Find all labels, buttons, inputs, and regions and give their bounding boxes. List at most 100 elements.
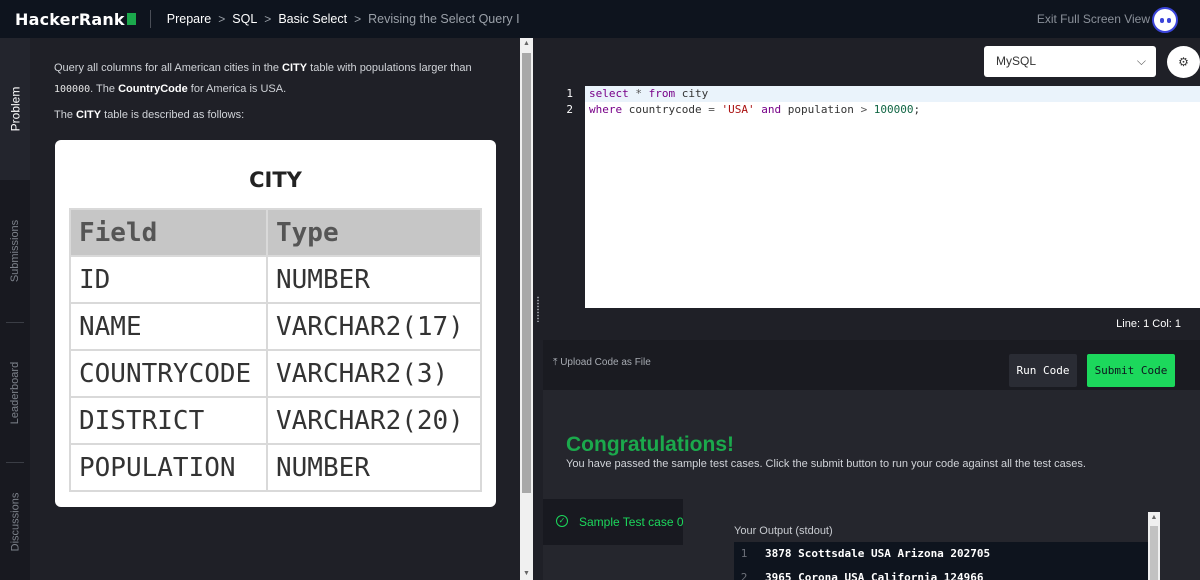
table-row: ID NUMBER bbox=[69, 255, 482, 304]
run-code-button[interactable]: Run Code bbox=[1009, 354, 1077, 387]
chevron-right-icon: > bbox=[354, 12, 362, 26]
scroll-up-icon[interactable]: ▲ bbox=[1148, 512, 1160, 524]
column-header: Type bbox=[266, 208, 482, 257]
upload-code-link[interactable]: ⤒ Upload Code as File bbox=[553, 357, 651, 368]
output-line-number: 1 bbox=[740, 547, 748, 560]
line-number: 1 bbox=[566, 87, 573, 100]
tab-discussions[interactable]: Discussions bbox=[0, 464, 30, 580]
split-resize-handle[interactable] bbox=[533, 38, 543, 580]
text: Query all columns for all American citie… bbox=[54, 62, 283, 74]
upload-label: Upload Code as File bbox=[560, 357, 651, 368]
text: for America is USA. bbox=[187, 83, 287, 95]
type-cell: NUMBER bbox=[266, 255, 482, 304]
output-line: 2 3965 Corona USA California 124966 bbox=[734, 566, 1149, 580]
type-cell: VARCHAR2(3) bbox=[266, 349, 482, 398]
type-cell: NUMBER bbox=[266, 443, 482, 492]
type-cell: VARCHAR2(20) bbox=[266, 396, 482, 445]
text: . The bbox=[90, 83, 119, 95]
sample-test-case-tab[interactable]: ✓ Sample Test case 0 bbox=[543, 499, 684, 545]
schema-title: CITY bbox=[249, 168, 302, 192]
tab-leaderboard[interactable]: Leaderboard bbox=[0, 322, 30, 464]
chevron-right-icon: > bbox=[218, 12, 226, 26]
punctuation: ; bbox=[913, 103, 921, 116]
result-message: You have passed the sample test cases. C… bbox=[566, 458, 1086, 470]
scroll-up-icon[interactable]: ▲ bbox=[520, 38, 533, 50]
operator: = bbox=[708, 103, 715, 116]
scrollbar-thumb[interactable] bbox=[1150, 526, 1158, 580]
code-line: select * from city bbox=[585, 86, 1200, 102]
problem-pane: Query all columns for all American citie… bbox=[30, 38, 520, 580]
schema-table: Field Type ID NUMBER NAME VARCHAR2(17) C… bbox=[69, 208, 482, 492]
output-label: Your Output (stdout) bbox=[734, 525, 833, 537]
avatar-eye bbox=[1166, 17, 1171, 23]
string-literal: 'USA' bbox=[714, 103, 762, 116]
header-divider bbox=[149, 10, 151, 28]
table-header-row: Field Type bbox=[69, 208, 482, 257]
editor-area: MySQL ⌵ ⚙ select * from city where count… bbox=[543, 38, 1200, 338]
table-name: CITY bbox=[76, 109, 102, 121]
breadcrumb-sql[interactable]: SQL bbox=[232, 12, 257, 26]
schema-image: CITY Field Type ID NUMBER NAME VARCHAR2(… bbox=[55, 140, 496, 507]
results-scrollbar[interactable]: ▲ bbox=[1148, 512, 1160, 580]
tab-submissions-label: Submissions bbox=[9, 219, 22, 283]
action-bar: ⤒ Upload Code as File Run Code Submit Co… bbox=[543, 340, 1200, 390]
top-bar: HackerRank Prepare > SQL > Basic Select … bbox=[0, 0, 1200, 38]
table-row: NAME VARCHAR2(17) bbox=[69, 302, 482, 351]
tab-discussions-label: Discussions bbox=[9, 492, 21, 552]
text: table with populations larger than bbox=[307, 62, 472, 74]
type-cell: VARCHAR2(17) bbox=[266, 302, 482, 351]
language-select[interactable]: MySQL ⌵ bbox=[984, 46, 1156, 77]
logo-mark bbox=[126, 13, 136, 25]
table-name: CITY bbox=[282, 62, 308, 74]
chevron-right-icon: > bbox=[264, 12, 272, 26]
breadcrumb-basic-select[interactable]: Basic Select bbox=[278, 12, 347, 26]
scrollbar-thumb[interactable] bbox=[522, 53, 531, 493]
result-title: Congratulations! bbox=[566, 433, 734, 456]
avatar[interactable] bbox=[1152, 7, 1178, 33]
code-editor[interactable]: select * from city where countrycode = '… bbox=[585, 86, 1200, 308]
keyword: where bbox=[589, 103, 623, 116]
identifier: city bbox=[675, 87, 709, 100]
breadcrumb-current: Revising the Select Query I bbox=[368, 12, 520, 26]
text: table is described as follows: bbox=[101, 109, 245, 121]
tab-divider bbox=[6, 462, 24, 463]
grip-dots-icon bbox=[536, 296, 540, 322]
inline-code: 100000 bbox=[54, 84, 91, 95]
field-cell: DISTRICT bbox=[69, 396, 268, 445]
hackerrank-logo[interactable]: HackerRank bbox=[15, 10, 136, 29]
results-panel: Congratulations! You have passed the sam… bbox=[543, 390, 1200, 580]
tab-submissions[interactable]: Submissions bbox=[0, 180, 30, 322]
number-literal: 100000 bbox=[867, 103, 914, 116]
tab-problem-label: Problem bbox=[8, 86, 22, 132]
submit-code-button[interactable]: Submit Code bbox=[1087, 354, 1175, 387]
problem-scrollbar[interactable]: ▲ ▼ bbox=[520, 38, 533, 580]
language-value: MySQL bbox=[996, 54, 1037, 68]
problem-line-3: The CITY table is described as follows: bbox=[54, 105, 496, 126]
field-cell: NAME bbox=[69, 302, 268, 351]
tab-leaderboard-label: Leaderboard bbox=[9, 361, 22, 425]
line-number: 2 bbox=[566, 103, 573, 116]
side-tabs: Problem Submissions Leaderboard Discussi… bbox=[0, 38, 30, 580]
check-circle-icon: ✓ bbox=[556, 515, 568, 527]
chevron-down-icon: ⌵ bbox=[1136, 54, 1146, 68]
code-line: where countrycode = 'USA' and population… bbox=[585, 102, 1200, 118]
output-text: 3965 Corona USA California 124966 bbox=[765, 571, 984, 580]
table-row: DISTRICT VARCHAR2(20) bbox=[69, 396, 482, 445]
problem-line-1: Query all columns for all American citie… bbox=[54, 58, 496, 79]
keyword: select bbox=[589, 87, 629, 100]
table-row: COUNTRYCODE VARCHAR2(3) bbox=[69, 349, 482, 398]
tab-problem[interactable]: Problem bbox=[0, 38, 30, 180]
exit-fullscreen-link[interactable]: Exit Full Screen View bbox=[1037, 12, 1150, 26]
keyword: and bbox=[761, 103, 782, 116]
column-name: CountryCode bbox=[118, 83, 188, 95]
field-cell: COUNTRYCODE bbox=[69, 349, 268, 398]
logo-text: HackerRank bbox=[15, 9, 125, 29]
output-box: 1 3878 Scottsdale USA Arizona 202705 2 396… bbox=[734, 542, 1149, 580]
output-text: 3878 Scottsdale USA Arizona 202705 bbox=[765, 547, 991, 560]
scroll-down-icon[interactable]: ▼ bbox=[520, 568, 533, 580]
output-line-number: 2 bbox=[740, 571, 748, 580]
breadcrumb-prepare[interactable]: Prepare bbox=[167, 12, 211, 26]
settings-icon[interactable]: ⚙ bbox=[1167, 46, 1200, 78]
text: The bbox=[54, 109, 77, 121]
line-numbers: 1 2 bbox=[543, 86, 583, 118]
